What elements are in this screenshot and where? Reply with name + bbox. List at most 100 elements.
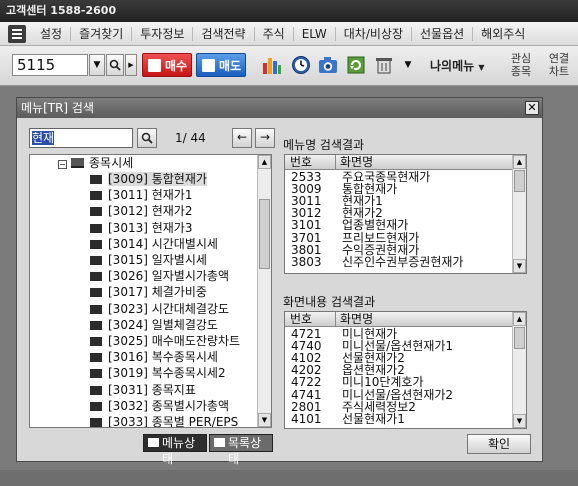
list-item[interactable]: 4722 미니10단계호가	[285, 376, 512, 388]
close-icon[interactable]: ✕	[525, 101, 539, 115]
dialog-titlebar[interactable]: 메뉴[TR] 검색 ✕	[17, 98, 542, 118]
clock-icon[interactable]	[291, 55, 311, 75]
tree-item[interactable]: [3012] 현재가2	[90, 203, 192, 219]
interest-label-2: 종목	[510, 65, 532, 78]
scroll-down-icon[interactable]: ▼	[513, 259, 526, 273]
bar-chart-icon[interactable]	[262, 55, 282, 75]
scroll-up-icon[interactable]: ▲	[513, 155, 526, 169]
menu-investment-info[interactable]: 투자정보	[132, 26, 194, 41]
tree-item[interactable]: [3016] 복수종목시세	[90, 349, 218, 365]
folder-icon	[90, 256, 102, 265]
menu-overseas-stocks[interactable]: 해외주식	[473, 27, 533, 41]
code-arrow-icon[interactable]: ▶	[125, 54, 137, 76]
content-result-header: 번호 화면명	[285, 312, 512, 327]
buy-button[interactable]: 매수	[142, 53, 192, 77]
scroll-down-icon[interactable]: ▼	[513, 414, 526, 428]
tree-item[interactable]: [3025] 매수매도잔량차트	[90, 333, 240, 349]
tree-item[interactable]: [3017] 체결가비중	[90, 284, 207, 300]
screen-name: 미니10단계호가	[342, 375, 424, 390]
list-item[interactable]: 4101 선물현재가1	[285, 413, 512, 425]
folder-icon	[90, 369, 102, 379]
menu-result-scrollbar[interactable]: ▲ ▼	[512, 155, 526, 273]
content-result-list: 번호 화면명 4721 미니현재가 4740 미니선물/옵션현재가1 4102 선물현재가…	[284, 311, 527, 429]
menu-search-input[interactable]: 현재	[29, 128, 133, 148]
tree-item[interactable]: [3011] 현재가1	[90, 187, 192, 203]
list-item[interactable]: 3803 신주인수권부증권현재가	[285, 256, 512, 268]
content-scroll-thumb[interactable]	[514, 327, 525, 349]
tab-menu-state-label: 메뉴상태	[162, 436, 196, 466]
tree-root-node[interactable]: − 종목시세	[58, 155, 133, 171]
col-name-header[interactable]: 화면명	[340, 155, 373, 169]
scroll-down-icon[interactable]: ▼	[258, 413, 271, 427]
search-icon[interactable]	[137, 128, 157, 148]
folder-icon	[90, 272, 102, 282]
menu-lending-unlisted[interactable]: 대차/비상장	[336, 26, 412, 41]
code-dropdown-icon[interactable]: ▼	[89, 54, 105, 76]
trash-icon[interactable]	[374, 55, 394, 75]
folder-icon	[90, 418, 102, 427]
list-item[interactable]: 3701 프리보드현재가	[285, 232, 512, 244]
sell-button[interactable]: 매도	[196, 53, 246, 77]
tree-item[interactable]: [3026] 일자별시가총액	[90, 268, 229, 284]
tree-item[interactable]: [3032] 종목별시가총액	[90, 398, 229, 414]
menu-search-strategy[interactable]: 검색전략	[193, 26, 255, 41]
bottom-strip	[0, 470, 578, 486]
tree-item[interactable]: [3023] 시간대체결강도	[90, 301, 229, 317]
interest-label-1: 관심	[510, 52, 532, 65]
list-item[interactable]: 2801 주식세력정보2	[285, 401, 512, 413]
tree-item[interactable]: [3013] 현재가3	[90, 220, 192, 236]
my-menu-button[interactable]: 나의메뉴 ▼	[430, 57, 485, 74]
col-name-header[interactable]: 화면명	[340, 312, 373, 326]
prev-result-button[interactable]: ←	[232, 128, 252, 148]
collapse-icon[interactable]: −	[58, 160, 67, 169]
folder-icon	[90, 320, 102, 330]
list-item[interactable]: 3801 수익증권현재가	[285, 244, 512, 256]
tree-item[interactable]: [3033] 종목별 PER/EPS	[90, 414, 239, 428]
tree-scrollbar[interactable]: ▲ ▼	[257, 155, 271, 427]
hamburger-menu-icon[interactable]	[8, 24, 26, 43]
menu-stocks[interactable]: 주식	[255, 26, 294, 41]
tree-item-label: [3013] 현재가3	[108, 220, 193, 235]
menu-scroll-thumb[interactable]	[514, 170, 525, 192]
code-search-icon[interactable]	[106, 54, 124, 76]
col-code-header[interactable]: 번호	[290, 312, 312, 326]
tree-item-label: [3031] 종목지표	[108, 382, 196, 397]
menu-result-list: 번호 화면명 2533 주요국종목현재가 3009 통합현재가 3011 현재가1 3012…	[284, 154, 527, 274]
interest-stock-button[interactable]: 관심 종목	[508, 52, 534, 78]
refresh-icon[interactable]	[346, 55, 366, 75]
screen-name: 미니선물/옵션현재가2	[342, 387, 454, 402]
call-center-bar: 고객센터 1588-2600	[0, 0, 578, 22]
tree-item[interactable]: [3009] 통합현재가	[90, 171, 207, 187]
screen-name: 선물현재가1	[342, 411, 405, 426]
menu-settings[interactable]: 설정	[32, 26, 72, 41]
tree-item-label: [3024] 일별체결강도	[108, 317, 218, 332]
folder-icon	[90, 401, 102, 411]
scroll-up-icon[interactable]: ▲	[513, 312, 526, 326]
next-result-button[interactable]: →	[255, 128, 275, 148]
screen-code: 4741	[291, 387, 322, 402]
camera-icon[interactable]	[318, 55, 338, 75]
tree-item[interactable]: [3019] 복수종목시세2	[90, 365, 226, 381]
tree-item[interactable]: [3024] 일별체결강도	[90, 317, 218, 333]
menu-futures-options[interactable]: 선물옵션	[412, 26, 474, 41]
list-item[interactable]: 3101 업종별현재가	[285, 219, 512, 231]
list-item[interactable]: 4741 미니선물/옵션현재가2	[285, 389, 512, 401]
tree-item[interactable]: [3014] 시간대별시세	[90, 236, 218, 252]
menu-elw[interactable]: ELW	[294, 26, 336, 41]
tools-dropdown-icon[interactable]: ▼	[401, 58, 415, 72]
ok-button[interactable]: 확인	[467, 434, 531, 454]
linked-chart-button[interactable]: 연결 차트	[546, 52, 572, 78]
folder-icon	[90, 239, 102, 249]
col-code-header[interactable]: 번호	[290, 155, 312, 169]
content-result-scrollbar[interactable]: ▲ ▼	[512, 312, 526, 428]
tree-item-label: [3033] 종목별 PER/EPS	[108, 415, 239, 428]
dialog-title: 메뉴[TR] 검색	[21, 101, 95, 115]
stock-code-input[interactable]: 5115	[12, 54, 88, 76]
menu-favorites[interactable]: 즐겨찾기	[71, 26, 133, 41]
tree-item[interactable]: [3031] 종목지표	[90, 382, 196, 398]
tree-item[interactable]: [3015] 일자별시세	[90, 252, 207, 268]
tab-menu-state[interactable]: 메뉴상태	[143, 434, 207, 466]
scroll-up-icon[interactable]: ▲	[258, 155, 271, 169]
tree-scroll-thumb[interactable]	[259, 199, 270, 269]
tab-list-state[interactable]: 목록상태	[209, 434, 273, 466]
